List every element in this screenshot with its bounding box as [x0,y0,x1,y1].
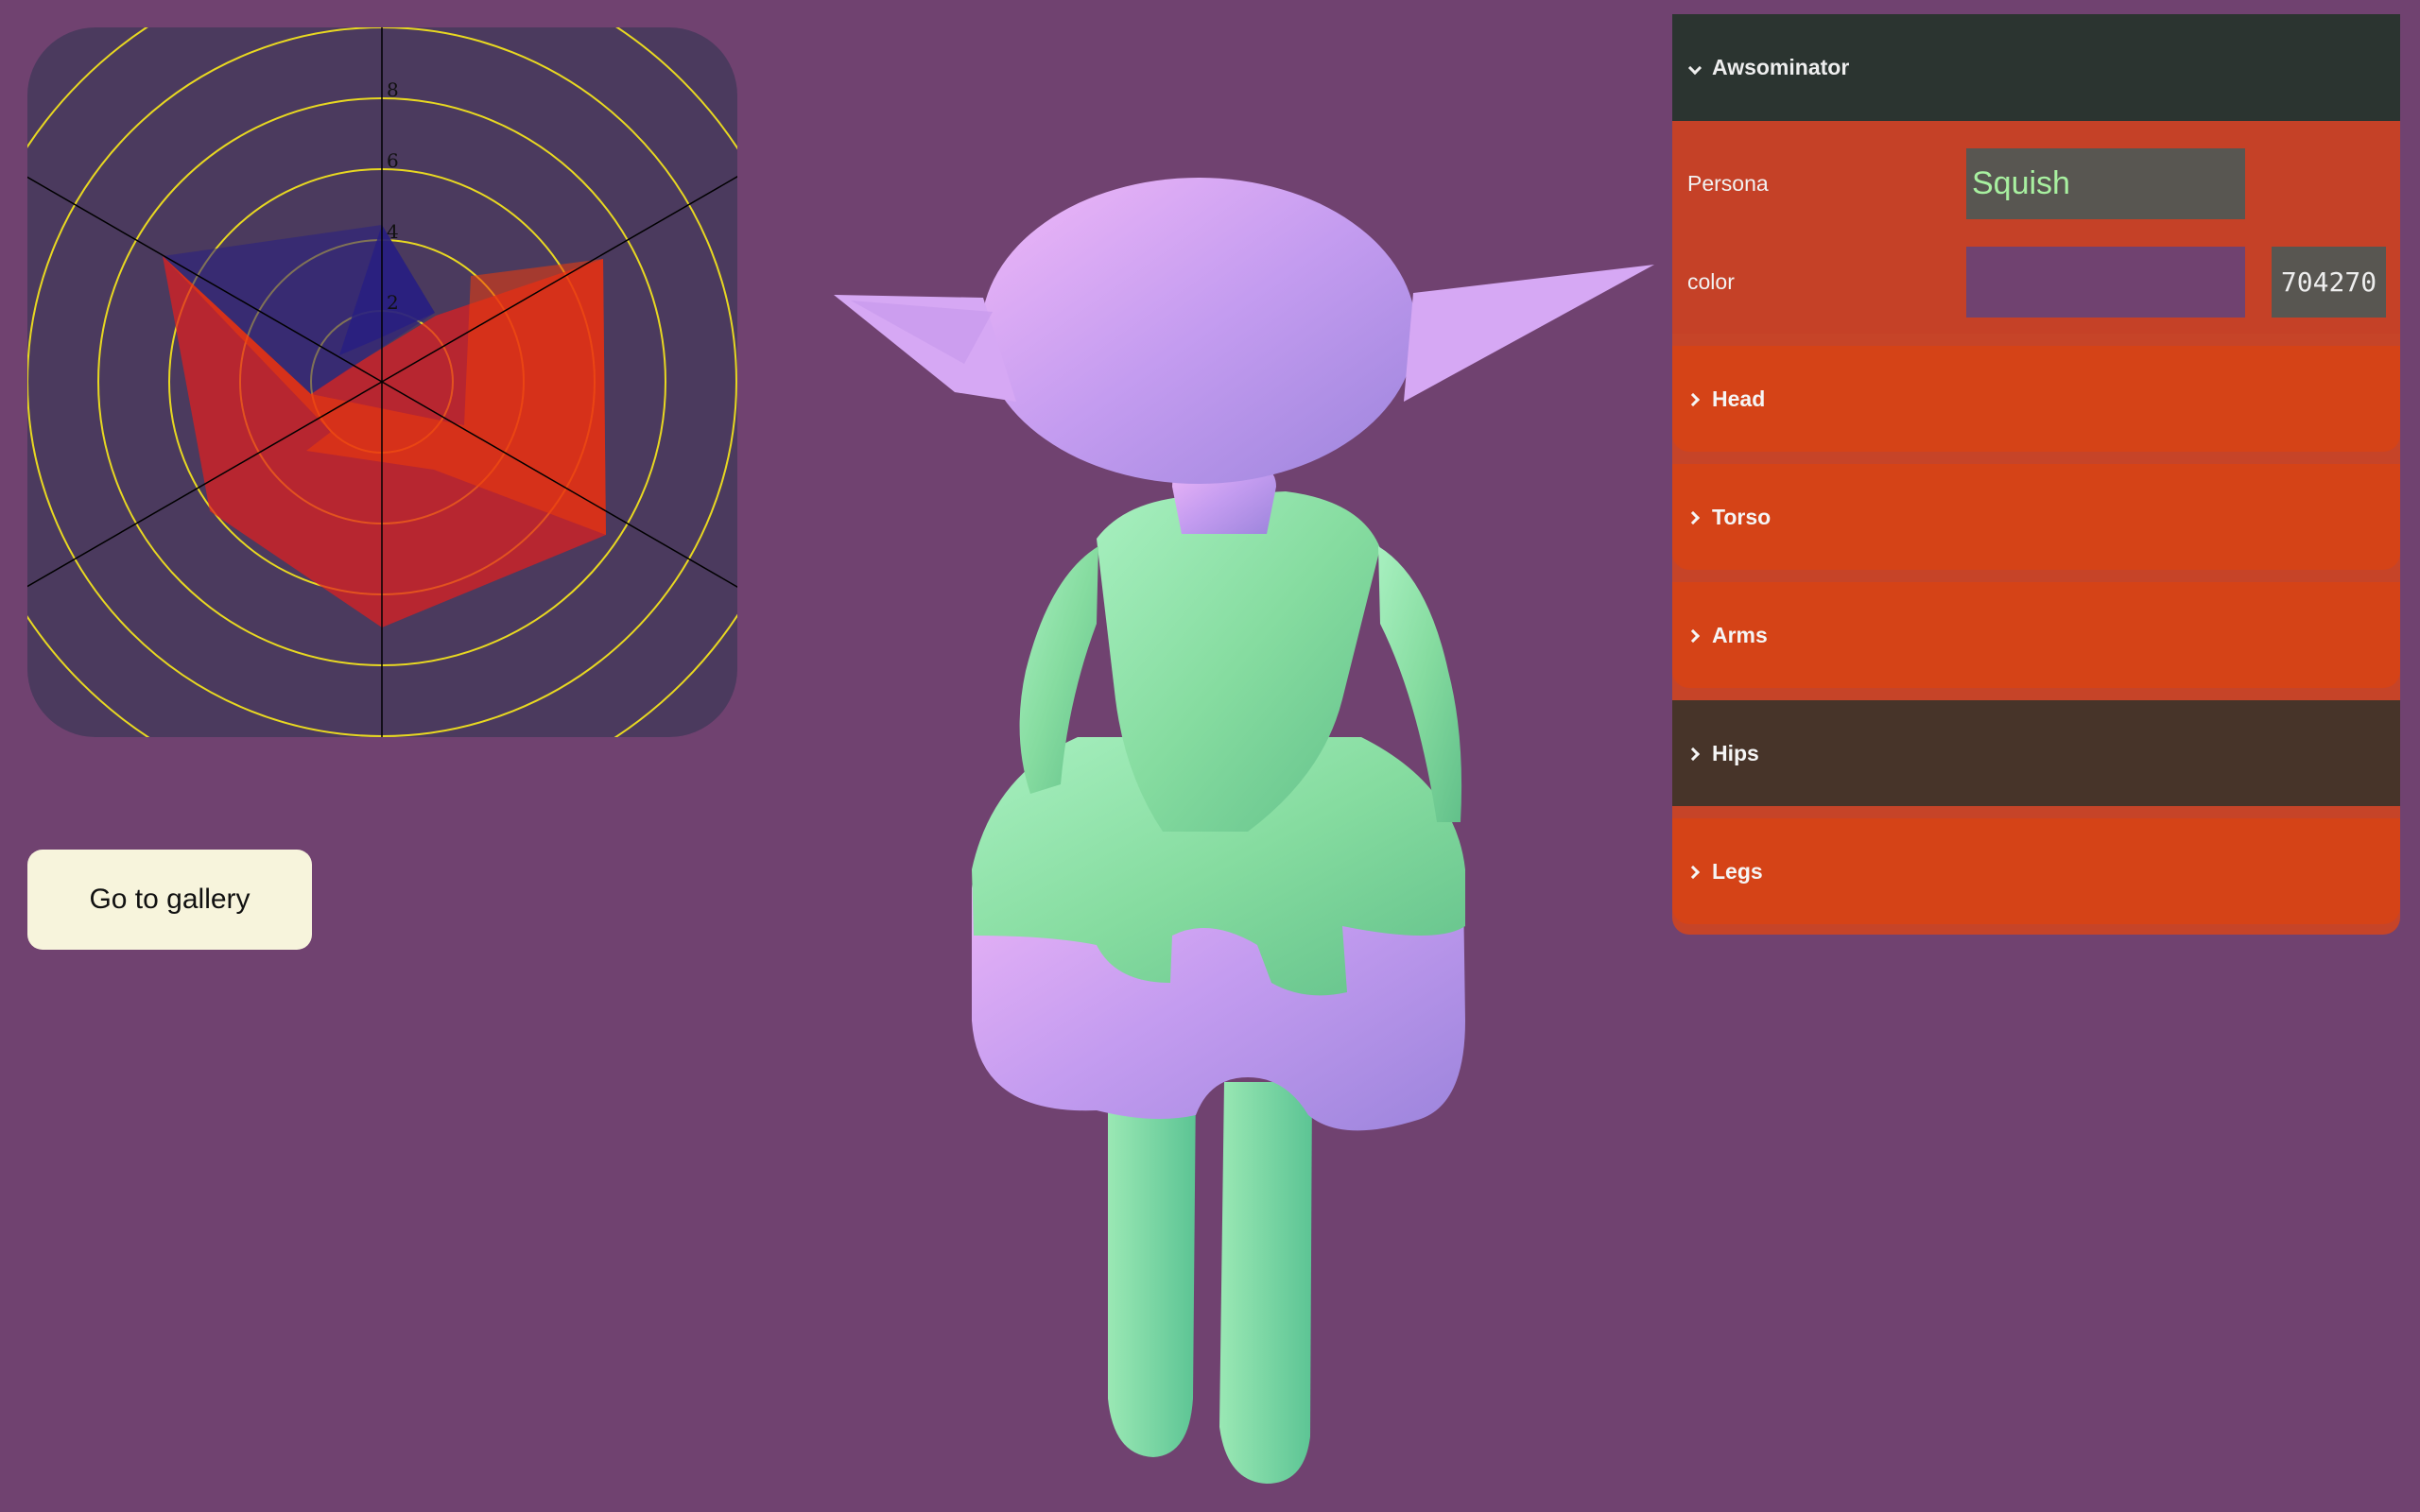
persona-input[interactable] [1966,147,2245,219]
panel-title: Awsominator [1712,55,1850,79]
panel-title-bar[interactable]: Awsominator [1672,14,2400,121]
app-stage: 8 6 4 2 Go to gallery Awsominator Person… [0,0,2420,1512]
chevron-right-icon [1688,629,1700,641]
head [834,178,1654,484]
panel-body: Persona color [1672,121,2400,334]
chevron-right-icon [1688,511,1700,523]
controls-panel: Awsominator Persona color Head Torso Arm… [1672,14,2400,935]
folder-label: Arms [1712,622,1768,647]
color-label: color [1687,268,1735,294]
radar-tick-label: 8 [387,78,399,101]
radar-svg: 8 6 4 2 [27,27,737,737]
radar-tick-label: 4 [387,220,399,243]
persona-row: Persona [1672,134,2400,232]
color-swatch[interactable] [1966,246,2245,318]
chevron-down-icon [1688,62,1700,74]
character-model [834,178,1654,1484]
chevron-right-icon [1688,747,1700,759]
folder-head[interactable]: Head [1672,346,2400,452]
radar-series [163,225,606,627]
go-to-gallery-button[interactable]: Go to gallery [27,850,312,950]
folder-hips[interactable]: Hips [1672,700,2400,806]
radar-tick-label: 6 [387,149,399,172]
color-row: color [1672,232,2400,331]
chevron-right-icon [1688,866,1700,877]
folder-arms[interactable]: Arms [1672,582,2400,688]
character-viewport[interactable] [813,170,1664,1512]
folder-label: Legs [1712,858,1763,884]
legs [1108,1082,1312,1484]
folder-legs[interactable]: Legs [1672,818,2400,924]
folder-torso[interactable]: Torso [1672,464,2400,570]
folder-label: Torso [1712,504,1772,529]
folder-label: Hips [1712,740,1759,765]
chevron-right-icon [1688,393,1700,404]
folder-label: Head [1712,386,1766,411]
persona-label: Persona [1687,170,1769,196]
radar-tick-label: 2 [387,291,399,314]
radar-spokes [27,27,737,737]
radar-chart: 8 6 4 2 [27,27,737,737]
color-hex-input[interactable] [2272,246,2386,318]
